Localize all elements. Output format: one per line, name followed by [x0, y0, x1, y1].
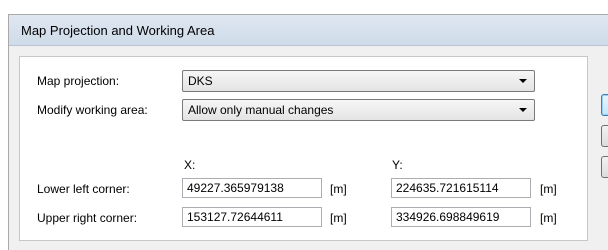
- help-button[interactable]: [601, 156, 608, 178]
- upper-right-x-unit: [m]: [330, 211, 347, 225]
- y-column-header: Y:: [392, 158, 403, 172]
- title-bar[interactable]: Map Projection and Working Area: [9, 15, 608, 46]
- upper-right-x-field[interactable]: 153127.72644611: [182, 207, 322, 227]
- map-projection-select[interactable]: DKS: [182, 70, 535, 92]
- working-area-select[interactable]: Allow only manual changes: [182, 99, 535, 121]
- upper-right-label: Upper right corner:: [37, 211, 138, 225]
- map-projection-label: Map projection:: [37, 74, 120, 88]
- working-area-label: Modify working area:: [37, 103, 148, 117]
- x-column-header: X:: [184, 158, 196, 172]
- upper-right-y-value: 334926.698849619: [396, 210, 500, 224]
- lower-left-x-field[interactable]: 49227.365979138: [182, 178, 322, 198]
- chevron-down-icon: [519, 108, 527, 112]
- lower-left-label: Lower left corner:: [37, 182, 130, 196]
- upper-right-y-unit: [m]: [540, 211, 557, 225]
- lower-left-y-unit: [m]: [540, 182, 557, 196]
- lower-left-y-value: 224635.721615114: [396, 181, 499, 195]
- upper-right-x-value: 153127.72644611: [187, 210, 283, 224]
- lower-left-x-value: 49227.365979138: [187, 181, 284, 195]
- screen: Map Projection and Working Area Map proj…: [0, 0, 608, 250]
- map-projection-value: DKS: [188, 74, 213, 88]
- dialog-title: Map Projection and Working Area: [21, 23, 215, 38]
- ok-button[interactable]: [601, 94, 608, 116]
- upper-right-y-field[interactable]: 334926.698849619: [391, 207, 531, 227]
- working-area-value: Allow only manual changes: [188, 103, 334, 117]
- cancel-button[interactable]: [601, 125, 608, 147]
- lower-left-x-unit: [m]: [330, 182, 347, 196]
- map-projection-dialog: Map Projection and Working Area Map proj…: [8, 14, 608, 250]
- chevron-down-icon: [519, 79, 527, 83]
- lower-left-y-field[interactable]: 224635.721615114: [391, 178, 531, 198]
- settings-panel: Map projection: DKS Modify working area:…: [19, 56, 588, 241]
